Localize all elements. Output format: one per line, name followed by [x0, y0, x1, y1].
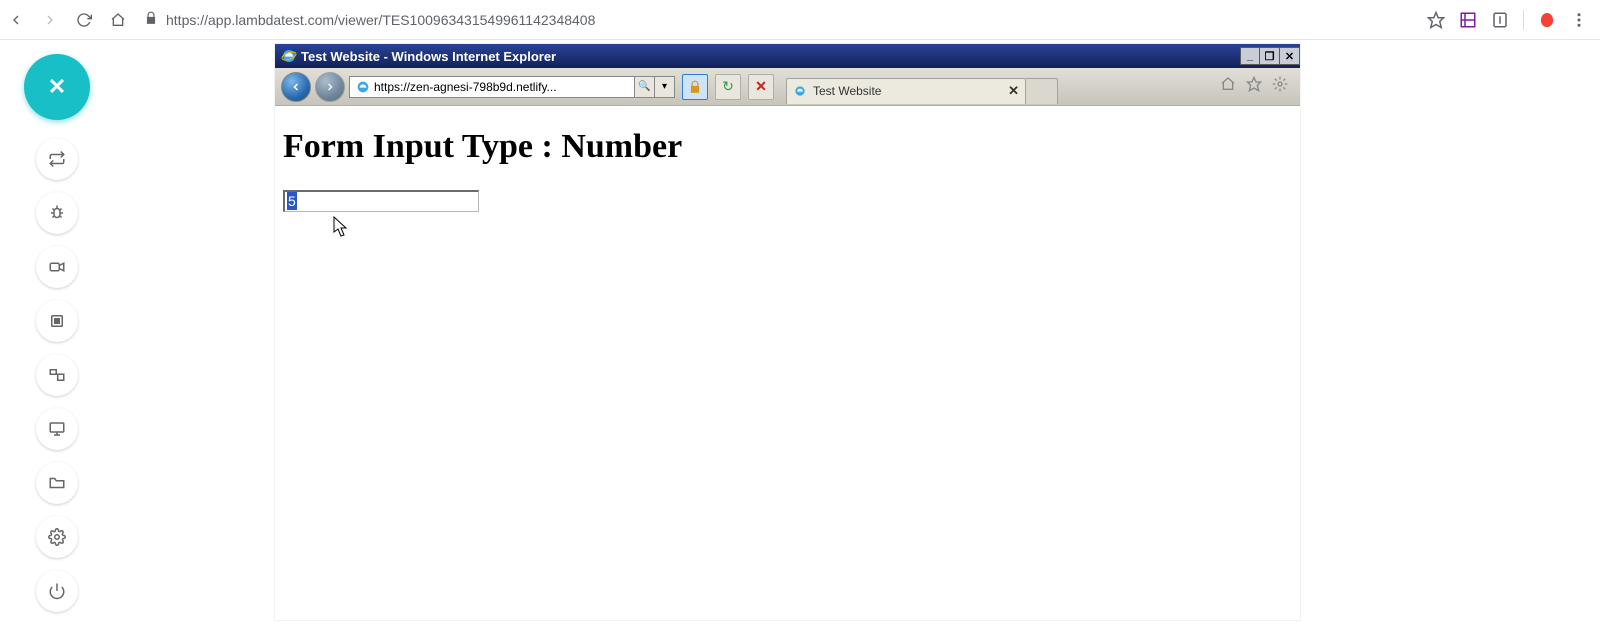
maximize-button[interactable]: ❐: [1260, 47, 1280, 65]
chrome-toolbar: https://app.lambdatest.com/viewer/TES100…: [0, 0, 1600, 40]
resolution-button[interactable]: [36, 354, 78, 396]
power-button[interactable]: [36, 570, 78, 612]
ie-window-title: Test Website - Windows Internet Explorer: [301, 49, 556, 64]
viewer-canvas: ✕ Test Website - Windows Internet Explor…: [0, 40, 1600, 624]
ie-favorites-icon[interactable]: [1246, 76, 1262, 97]
ie-back-button[interactable]: [281, 72, 311, 102]
ie-right-icons: [1220, 76, 1294, 97]
ie-home-icon[interactable]: [1220, 76, 1236, 97]
video-button[interactable]: [36, 246, 78, 288]
extension-notes-icon[interactable]: [1459, 11, 1477, 29]
ie-refresh-button[interactable]: ↻: [715, 74, 741, 100]
extension-shield-icon[interactable]: [1491, 11, 1509, 29]
files-button[interactable]: [36, 462, 78, 504]
close-session-button[interactable]: ✕: [24, 54, 90, 120]
ie-forward-button[interactable]: [315, 72, 345, 102]
ie-titlebar[interactable]: Test Website - Windows Internet Explorer…: [275, 44, 1300, 68]
ie-logo-icon: [281, 48, 297, 64]
lock-icon: [144, 11, 158, 28]
display-button[interactable]: [36, 408, 78, 450]
ie-tab-active[interactable]: Test Website ✕: [786, 78, 1026, 104]
ie-toolbar: https://zen-agnesi-798b9d.netlify... 🔍 ▾…: [275, 68, 1300, 106]
home-icon[interactable]: [110, 12, 126, 28]
switch-button[interactable]: [36, 138, 78, 180]
page-heading: Form Input Type : Number: [283, 128, 1292, 166]
ie-page-content: Form Input Type : Number 5: [275, 106, 1300, 620]
ie-favicon-icon: [355, 79, 371, 95]
ie-new-tab-button[interactable]: [1026, 78, 1058, 104]
number-input[interactable]: 5: [283, 190, 479, 212]
ie-tab-close-button[interactable]: ✕: [1008, 83, 1019, 99]
separator: [1523, 10, 1524, 30]
ie-tools-icon[interactable]: [1272, 76, 1288, 97]
cursor-pointer-icon: [333, 216, 351, 238]
forward-icon[interactable]: [42, 12, 58, 28]
chrome-address-bar[interactable]: https://app.lambdatest.com/viewer/TES100…: [144, 11, 595, 28]
ie-tab-title: Test Website: [813, 84, 881, 98]
close-x-glyph: ✕: [48, 74, 66, 100]
bug-button[interactable]: [36, 192, 78, 234]
ie-url-text: https://zen-agnesi-798b9d.netlify...: [374, 80, 632, 94]
settings-button[interactable]: [36, 516, 78, 558]
ie-security-lock-icon[interactable]: [682, 74, 708, 100]
chrome-actions: [1427, 10, 1592, 30]
chrome-menu-icon[interactable]: [1570, 11, 1588, 29]
ie-url-dropdown[interactable]: ▾: [655, 76, 675, 98]
back-icon[interactable]: [8, 12, 24, 28]
ie-search-button[interactable]: 🔍: [635, 76, 655, 98]
extension-bulb-icon[interactable]: [1538, 11, 1556, 29]
chrome-url-text: https://app.lambdatest.com/viewer/TES100…: [166, 12, 595, 28]
number-input-value: 5: [287, 192, 297, 210]
ie-tab-favicon-icon: [793, 84, 807, 98]
reload-icon[interactable]: [76, 12, 92, 28]
minimize-button[interactable]: _: [1240, 47, 1260, 65]
ie-address-wrap: https://zen-agnesi-798b9d.netlify... 🔍 ▾: [349, 75, 675, 99]
bookmark-star-icon[interactable]: [1427, 11, 1445, 29]
ie-window: Test Website - Windows Internet Explorer…: [275, 44, 1300, 620]
viewer-sidebar: ✕: [24, 54, 90, 612]
chrome-nav-group: [8, 12, 126, 28]
ie-address-bar[interactable]: https://zen-agnesi-798b9d.netlify...: [349, 76, 635, 98]
gallery-button[interactable]: [36, 300, 78, 342]
close-window-button[interactable]: ✕: [1280, 47, 1300, 65]
ie-tab-strip: Test Website ✕: [786, 70, 1058, 104]
ie-window-controls: _ ❐ ✕: [1240, 47, 1300, 65]
ie-stop-button[interactable]: ✕: [748, 74, 774, 100]
